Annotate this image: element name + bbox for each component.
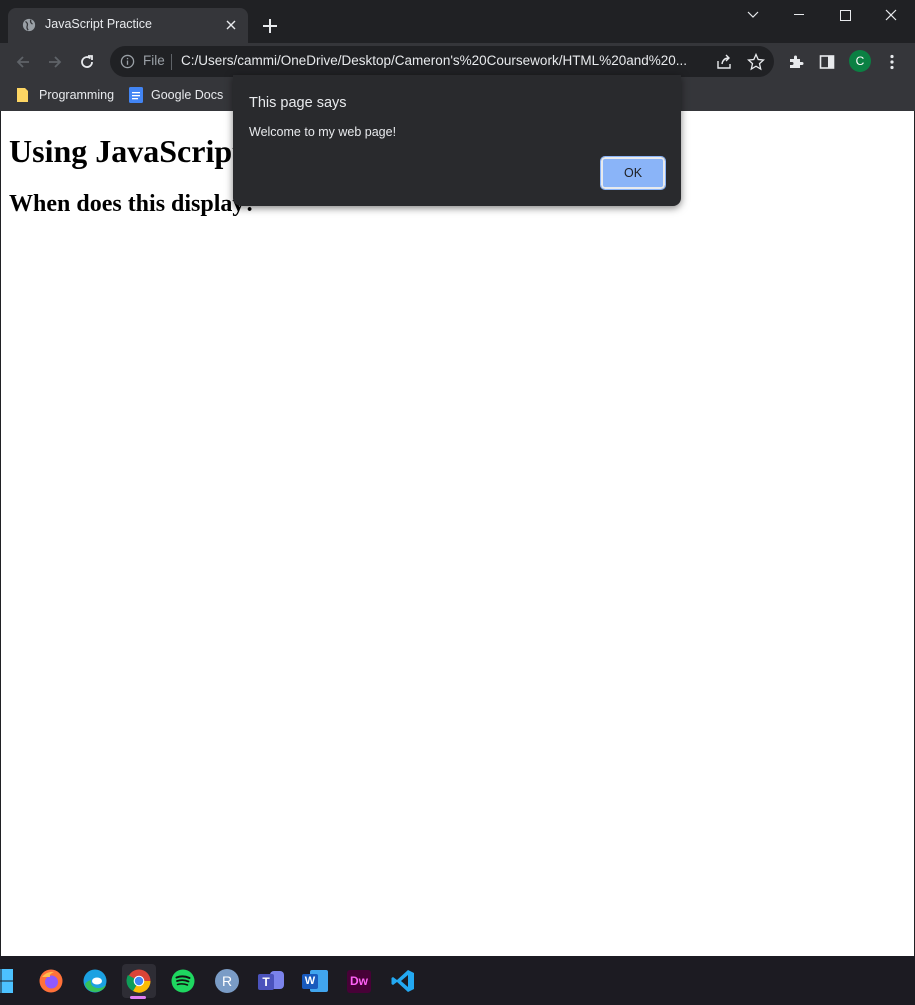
address-bar[interactable]: File C:/Users/cammi/OneDrive/Desktop/Cam… xyxy=(110,46,774,77)
bookmark-label: Programming xyxy=(39,88,115,102)
taskbar-word[interactable]: W xyxy=(298,964,332,998)
taskbar-spotify[interactable] xyxy=(166,964,200,998)
bookmark-label: Google Docs xyxy=(151,88,224,102)
dreamweaver-icon: Dw xyxy=(347,969,371,993)
maximize-icon[interactable] xyxy=(822,0,868,30)
share-icon[interactable] xyxy=(715,53,733,71)
menu-dots-icon[interactable] xyxy=(882,52,902,72)
url-text[interactable]: C:/Users/cammi/OneDrive/Desktop/Cameron'… xyxy=(181,53,709,68)
teams-icon: T xyxy=(258,969,284,993)
close-window-icon[interactable] xyxy=(868,0,914,30)
profile-avatar[interactable]: C xyxy=(849,50,871,72)
reload-icon[interactable] xyxy=(76,51,98,73)
vscode-icon xyxy=(391,970,414,992)
side-panel-icon[interactable] xyxy=(817,52,837,72)
globe-icon xyxy=(22,18,36,32)
alert-dialog: This page says Welcome to my web page! O… xyxy=(233,75,681,206)
scheme-label: File xyxy=(143,53,165,68)
word-icon: W xyxy=(302,969,328,993)
alert-message: Welcome to my web page! xyxy=(249,125,397,139)
page-subheading: When does this display? xyxy=(9,191,257,217)
browser-tab[interactable]: JavaScript Practice xyxy=(8,8,248,43)
taskbar-teams[interactable]: T xyxy=(254,964,288,998)
taskbar-chrome[interactable] xyxy=(122,964,156,998)
new-tab-icon[interactable] xyxy=(258,14,282,38)
active-app-indicator xyxy=(130,996,146,999)
taskbar-firefox[interactable] xyxy=(34,964,68,998)
forward-icon[interactable] xyxy=(44,51,66,73)
bookmark-programming[interactable]: Programming xyxy=(16,85,114,105)
r-icon: R xyxy=(215,969,239,993)
taskbar-vscode[interactable] xyxy=(386,964,420,998)
omnibox-divider xyxy=(171,54,172,70)
page-heading: Using JavaScript xyxy=(9,133,243,169)
bookmark-google-docs[interactable]: Google Docs xyxy=(128,85,223,105)
edge-icon xyxy=(83,969,107,993)
minimize-icon[interactable] xyxy=(776,0,822,30)
tab-title: JavaScript Practice xyxy=(45,17,152,31)
tab-search-icon[interactable] xyxy=(730,0,776,30)
taskbar-r[interactable]: R xyxy=(210,964,244,998)
folder-icon xyxy=(17,88,28,102)
start-button[interactable] xyxy=(0,964,18,998)
google-docs-icon xyxy=(129,87,143,103)
spotify-icon xyxy=(171,969,195,993)
windows-logo-icon xyxy=(0,969,13,993)
extensions-icon[interactable] xyxy=(786,52,806,72)
chrome-icon xyxy=(126,969,151,993)
firefox-icon xyxy=(39,969,63,993)
taskbar-edge[interactable] xyxy=(78,964,112,998)
taskbar-dreamweaver[interactable]: Dw xyxy=(342,964,376,998)
alert-title: This page says xyxy=(249,95,347,111)
ok-button[interactable]: OK xyxy=(600,156,666,190)
title-bar: JavaScript Practice xyxy=(0,0,915,43)
page-viewport: Using JavaScript When does this display? xyxy=(1,111,914,956)
close-tab-icon[interactable] xyxy=(222,16,240,34)
site-info-icon[interactable] xyxy=(120,54,135,69)
back-icon[interactable] xyxy=(12,51,34,73)
bookmark-star-icon[interactable] xyxy=(747,53,765,71)
